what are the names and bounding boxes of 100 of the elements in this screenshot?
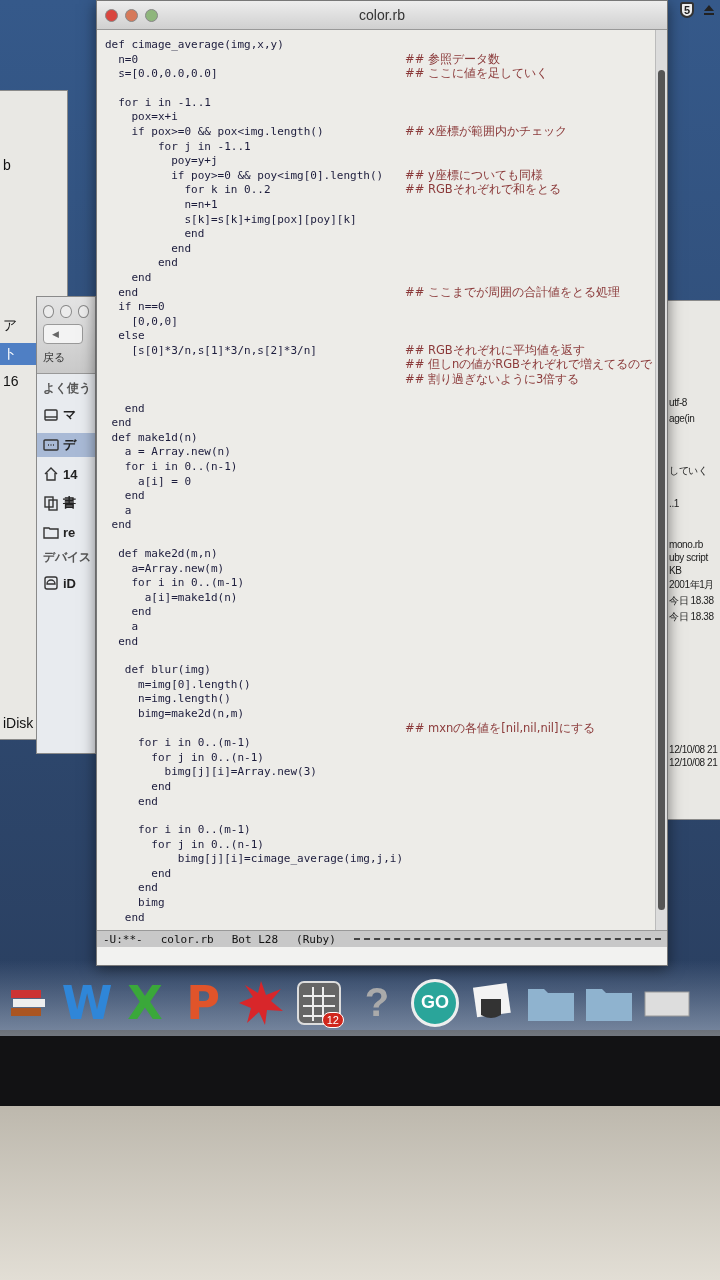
- window-text: 12/10/08 21: [669, 744, 719, 755]
- code-line: def cimage_average(img,x,y): [105, 38, 284, 51]
- code-line: a=Array.new(m): [130, 561, 225, 575]
- window-text: uby script: [669, 552, 709, 563]
- window-text: 2001年1月: [669, 578, 715, 592]
- window-text: utf-8: [669, 397, 688, 408]
- code-line: end: [123, 910, 145, 924]
- window-button[interactable]: [43, 305, 55, 318]
- code-line: [0,0,0]: [130, 314, 178, 328]
- window-text: KB: [669, 565, 683, 576]
- sidebar-heading: よく使う: [42, 380, 92, 397]
- window-text: age(in: [669, 413, 696, 424]
- code-line: if pox>=0 && pox<img.length(): [130, 124, 324, 138]
- code-comment: ## 割り過ぎないように3倍する: [405, 372, 580, 387]
- code-line: bimg=make2d(n,m): [137, 706, 245, 720]
- code-line: pox=x+i: [130, 110, 178, 124]
- code-comment: ## ここに値を足していく: [405, 66, 548, 81]
- code-line: for i in 0..(m-1): [137, 736, 251, 750]
- minimize-button[interactable]: [125, 8, 138, 22]
- code-line: end: [170, 241, 192, 255]
- drive-icon: [43, 407, 59, 423]
- code-line: end: [150, 779, 172, 793]
- buffer-state: -U:**-: [103, 932, 143, 946]
- code-line: def make1d(n): [110, 430, 198, 444]
- window-text: ..1: [669, 498, 680, 509]
- code-line: end: [183, 227, 205, 241]
- scroll-bar[interactable]: [655, 30, 667, 930]
- documents-icon: [43, 495, 59, 511]
- grid-app-icon[interactable]: [295, 978, 343, 1027]
- code-line: bimg[j][i]=cimage_average(img,j,i): [176, 852, 403, 866]
- code-line: end: [137, 794, 158, 808]
- code-line: a[i] = 0: [137, 474, 192, 488]
- code-comment: ## ここまでが周囲の合計値をとる処理: [405, 284, 620, 299]
- back-button[interactable]: ◀: [43, 324, 83, 344]
- code-line: end: [117, 285, 139, 299]
- code-line: a[i]=make1d(n): [143, 590, 238, 604]
- cursor-position: Bot L28: [231, 932, 279, 946]
- buffer-name: color.rb: [160, 932, 214, 946]
- code-line: for j in 0..(n-1): [150, 837, 264, 851]
- code-line: end: [130, 605, 152, 619]
- code-line: for k in 0..2: [183, 183, 271, 197]
- code-line: for i in 0..(m-1): [130, 576, 245, 590]
- code-comment: ## 但しnの値がRGBそれぞれで増えてるので: [405, 357, 652, 372]
- code-line: for i in 0..(m-1): [137, 823, 251, 837]
- code-line: end: [137, 881, 158, 895]
- close-button[interactable]: [105, 8, 118, 22]
- code-line: n=img.length(): [137, 692, 231, 706]
- sidebar-item[interactable]: 14: [37, 463, 95, 485]
- code-line: for i in 0..(n-1): [123, 460, 238, 474]
- window-button[interactable]: [77, 305, 89, 318]
- code-line: if poy>=0 && poy<img[0].length(): [170, 168, 384, 182]
- code-line: for j in -1..1: [156, 139, 251, 153]
- code-line: m=img[0].length(): [137, 677, 251, 691]
- code-line: else: [117, 329, 145, 343]
- shield-icon[interactable]: 5: [680, 2, 694, 18]
- code-line: end: [110, 518, 132, 532]
- sidebar-item[interactable]: re: [37, 521, 95, 543]
- sidebar-item[interactable]: iD: [37, 572, 95, 594]
- code-comment: ## RGBそれぞれに平均値を返す: [405, 342, 585, 357]
- code-line: end: [150, 866, 172, 880]
- code-line: end: [130, 270, 152, 284]
- window-text: 12/10/08 21: [669, 757, 719, 768]
- window-text: 16: [2, 372, 20, 391]
- code-line: a: [130, 619, 139, 633]
- window-button[interactable]: [60, 305, 72, 318]
- code-line: a = Array.new(n): [123, 445, 231, 459]
- code-line: bimg: [137, 896, 165, 910]
- window-title: color.rb: [358, 7, 406, 23]
- sidebar-item[interactable]: デ: [37, 433, 95, 457]
- code-line: for i in -1..1: [117, 95, 211, 109]
- code-line: end: [123, 489, 145, 503]
- house-icon: [43, 466, 59, 482]
- code-line: if n==0: [117, 300, 165, 314]
- code-comment: ## 参照データ数: [405, 51, 500, 66]
- code-line: def blur(img): [123, 663, 211, 677]
- window-text: b: [2, 156, 12, 175]
- eject-icon[interactable]: [702, 3, 716, 17]
- window-text: ト: [0, 343, 37, 365]
- sidebar-item[interactable]: 書: [37, 491, 95, 515]
- sidebar-heading: デバイス: [42, 549, 92, 566]
- code-comment: ## mxnの各値を[nil,nil,nil]にする: [405, 720, 595, 735]
- code-line: n=0: [117, 52, 139, 66]
- window-text: 今日 18.38: [669, 610, 715, 624]
- major-mode: (Ruby): [296, 932, 336, 946]
- code-line: n=n+1: [183, 197, 218, 211]
- code-comment: ## RGBそれぞれで和をとる: [405, 182, 561, 197]
- window-text: ア: [2, 316, 18, 335]
- window-text: 今日 18.38: [669, 594, 715, 608]
- window-text: iDisk: [2, 714, 35, 733]
- zoom-button[interactable]: [145, 8, 158, 22]
- code-line: end: [110, 416, 132, 430]
- scroll-thumb[interactable]: [658, 70, 665, 910]
- code-line: bimg[j][i]=Array.new(3): [163, 765, 317, 779]
- window-text: mono.rb: [669, 539, 704, 550]
- code-line: end: [123, 401, 145, 415]
- display-icon: [43, 437, 59, 453]
- sidebar-item[interactable]: マ: [37, 403, 95, 427]
- code-line: end: [156, 256, 178, 270]
- code-line: [s[0]*3/n,s[1]*3/n,s[2]*3/n]: [130, 343, 317, 357]
- code-line: def make2d(m,n): [117, 547, 218, 560]
